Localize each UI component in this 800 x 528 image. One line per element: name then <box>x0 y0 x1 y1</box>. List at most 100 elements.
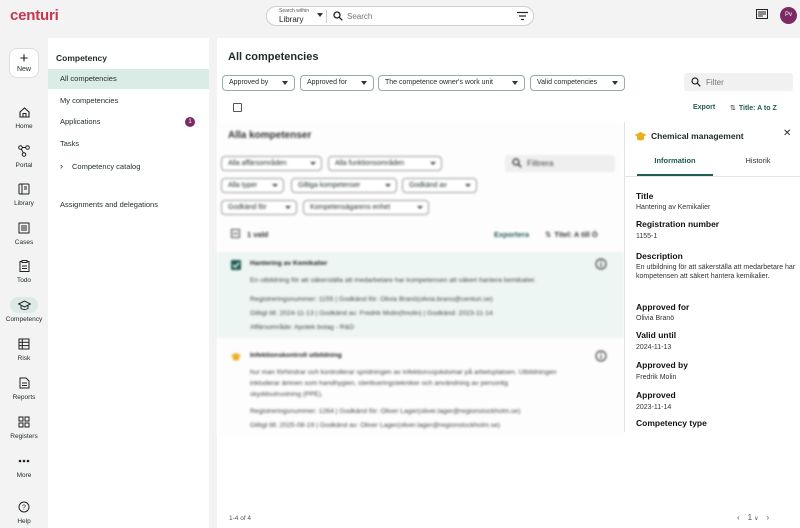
graduation-cap-icon <box>634 132 647 141</box>
rail-item-library[interactable]: Library <box>0 181 48 207</box>
caret-down-icon <box>361 81 367 85</box>
caret-down-icon <box>310 162 316 165</box>
rail-item-todo[interactable]: Todo <box>0 258 48 284</box>
subnav-item-competency-catalog[interactable]: › Competency catalog <box>48 156 209 176</box>
competency-subnav: Competency All competencies My competenc… <box>48 38 209 528</box>
embedded-filter-approved-for[interactable]: Godkänd för <box>221 200 297 215</box>
embedded-filter-types[interactable]: Alla typer <box>221 178 284 193</box>
rail-item-home[interactable]: Home <box>0 104 48 130</box>
filter-approved-by[interactable]: Approved by <box>222 75 295 91</box>
embedded-filter-placeholder[interactable]: Filtrera <box>527 158 553 168</box>
rail-item-reports[interactable]: Reports <box>0 375 48 401</box>
embedded-export-button[interactable]: Exportera <box>494 230 529 239</box>
field-label-registration-number: Registration number <box>636 219 720 229</box>
search-icon <box>512 158 522 168</box>
embedded-filter-owner-unit[interactable]: Kompetensägarens enhet <box>303 200 429 215</box>
new-button[interactable]: + <box>9 48 39 78</box>
sort-button[interactable]: ⇅ Title: A to Z <box>730 104 777 112</box>
rail-item-label: Home <box>15 123 33 130</box>
filter-label: Approved by <box>229 79 269 86</box>
filter-label: Approved for <box>307 79 348 86</box>
rail-item-portal[interactable]: Portal <box>0 143 48 169</box>
rail-item-label: Competency <box>5 316 43 323</box>
search-scope-select[interactable]: Search within Library <box>271 8 325 25</box>
graduation-cap-icon <box>17 299 31 310</box>
info-icon[interactable] <box>595 350 607 362</box>
rail-item-competency[interactable]: Competency <box>0 297 48 323</box>
caret-down-icon <box>385 184 391 187</box>
row-meta: Giltigt till: 2025-08-19 | Godkänd av: O… <box>250 422 501 429</box>
export-button[interactable]: Export <box>693 104 715 111</box>
embedded-filter-approved-by[interactable]: Godkänd av <box>402 178 477 193</box>
chevron-right-icon[interactable]: › <box>767 513 770 522</box>
field-value-approved-for: Olivia Branö <box>636 315 675 322</box>
table-row[interactable]: Hantering av Kemikalier En utbildning fö… <box>217 252 624 338</box>
home-icon <box>18 106 30 118</box>
filter-owner-work-unit[interactable]: The competence owner's work unit <box>378 75 525 91</box>
field-label-valid-until: Valid until <box>636 330 677 340</box>
sort-icon: ⇅ <box>730 105 736 112</box>
filter-input[interactable] <box>706 76 786 88</box>
chevron-left-icon[interactable]: ‹ <box>737 513 740 522</box>
filter-search <box>684 73 793 91</box>
messages-icon[interactable] <box>756 9 768 19</box>
rail-item-label: Risk <box>17 355 31 362</box>
rail-item-registers[interactable]: Registers <box>0 414 48 440</box>
table-row[interactable]: Infektionskontroll utbildning hur man fö… <box>217 344 624 436</box>
embedded-frame: Alla kompetenser Alla affärsområden Alla… <box>217 122 624 436</box>
filter-valid-competencies[interactable]: Valid competencies <box>530 75 625 91</box>
field-value-approved: 2023-11-14 <box>636 404 672 411</box>
chevron-right-icon: › <box>60 161 63 171</box>
close-icon[interactable]: ✕ <box>783 128 791 139</box>
rail-item-label: More <box>16 472 32 479</box>
subnav-item-label: Applications <box>60 117 101 126</box>
tab-history[interactable]: Historik <box>723 156 793 165</box>
subnav-item-my-competencies[interactable]: My competencies <box>48 91 209 111</box>
tab-information[interactable]: Information <box>637 156 713 165</box>
select-all-checkbox[interactable] <box>233 103 242 112</box>
rail-item-label: Cases <box>14 239 34 246</box>
subnav-item-tasks[interactable]: Tasks <box>48 134 209 154</box>
rail-item-risk[interactable]: Risk <box>0 336 48 362</box>
embedded-view: Alla kompetenser Alla affärsområden Alla… <box>217 122 624 436</box>
filter-label: Godkänd för <box>228 204 267 211</box>
rail-item-label: Registers <box>10 433 38 440</box>
rail-item-label: Library <box>14 200 34 207</box>
subnav-item-all-competencies[interactable]: All competencies <box>48 69 209 89</box>
filter-icon[interactable] <box>517 11 528 21</box>
row-meta: Registreringsnummer: 1264 | Godkänd för:… <box>250 408 521 415</box>
filter-approved-for[interactable]: Approved for <box>300 75 374 91</box>
caret-down-icon <box>417 206 423 209</box>
user-avatar[interactable]: Pv <box>780 7 797 24</box>
embedded-title: Alla kompetenser <box>228 130 312 141</box>
sort-label: Title: A to Z <box>738 105 777 112</box>
library-icon <box>18 183 30 195</box>
row-checkbox-checked[interactable] <box>231 260 241 270</box>
filter-label: Kompetensägarens enhet <box>310 204 391 211</box>
search-input[interactable] <box>347 10 497 23</box>
rail-item-help[interactable]: ? Help <box>0 499 48 525</box>
chevron-down-icon: ∨ <box>754 516 759 522</box>
info-icon[interactable] <box>595 258 607 270</box>
todo-icon <box>19 260 29 272</box>
rail-item-label: Reports <box>12 394 36 401</box>
filter-label: Godkänd av <box>409 182 447 189</box>
embedded-partial-checkbox[interactable] <box>231 229 240 238</box>
filter-label: The competence owner's work unit <box>385 79 493 86</box>
field-label-approved: Approved <box>636 390 676 400</box>
rail-item-more[interactable]: More <box>0 453 48 479</box>
embedded-filter-function-area[interactable]: Alla funktionsområden <box>328 156 442 171</box>
check-icon <box>232 262 240 269</box>
field-value-description: En utbildning för att säkerställa att me… <box>636 264 796 280</box>
subnav-item-applications[interactable]: Applications 1 <box>48 112 209 132</box>
subnav-title: Competency <box>56 53 108 63</box>
new-button-label: New <box>16 66 31 73</box>
page-select[interactable]: 1 <box>748 513 752 522</box>
embedded-filter-valid[interactable]: Giltiga kompetenser <box>291 178 397 193</box>
rail-item-cases[interactable]: Cases <box>0 220 48 246</box>
subnav-item-assignments[interactable]: Assignments and delegations <box>48 195 209 215</box>
field-label-title: Title <box>636 191 654 201</box>
app-logo[interactable]: centuri <box>10 7 59 24</box>
embedded-sort-button[interactable]: ⇅ Titel: A till Ö <box>545 230 598 239</box>
embedded-filter-business-area[interactable]: Alla affärsområden <box>221 156 322 171</box>
